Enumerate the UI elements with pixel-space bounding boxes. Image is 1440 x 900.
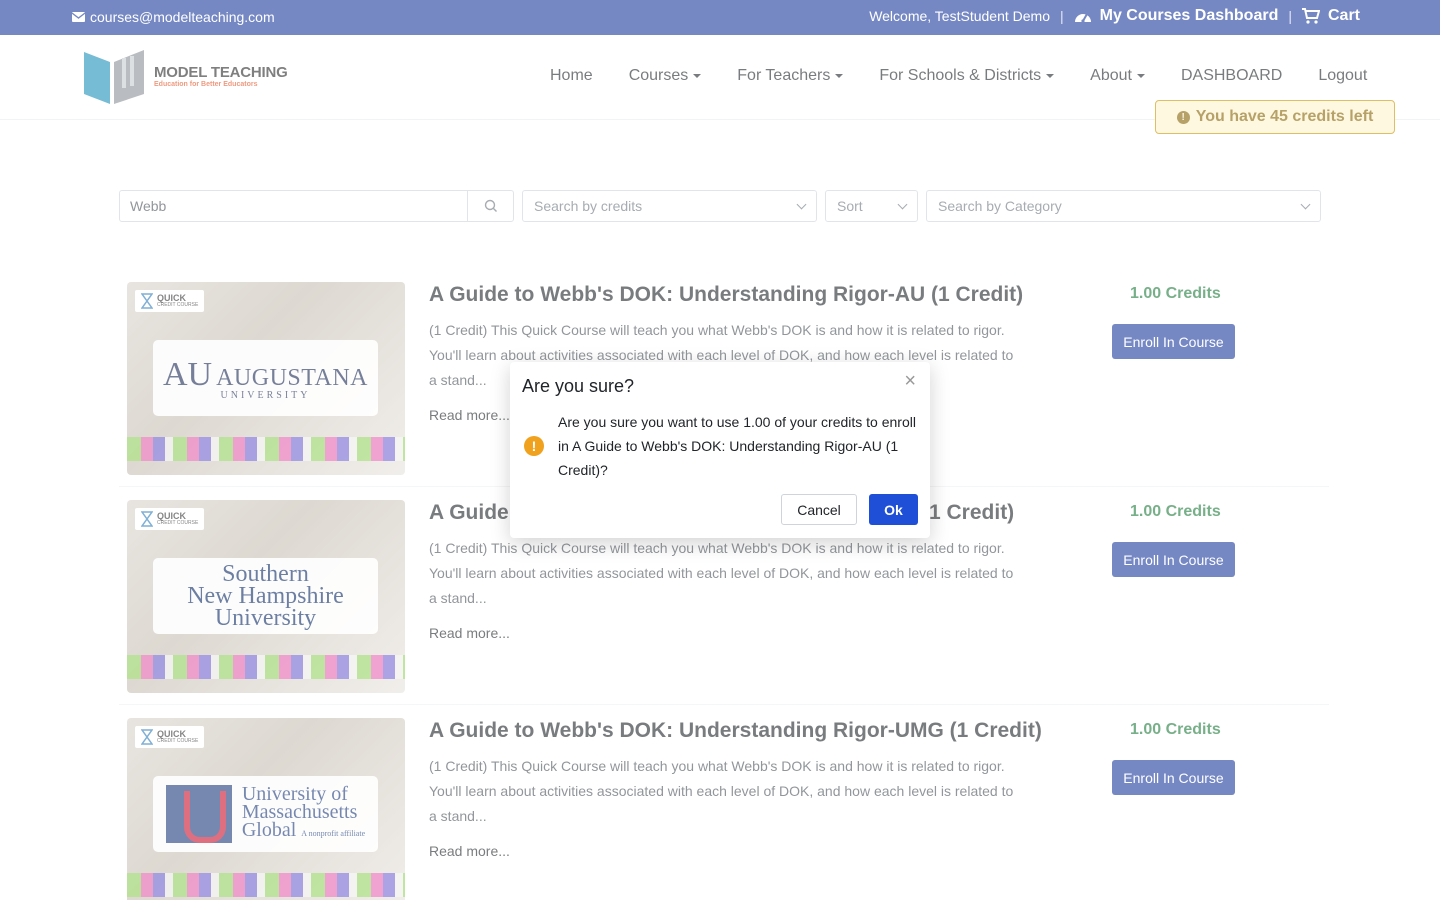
close-icon[interactable]: × bbox=[904, 370, 916, 393]
warning-icon: ! bbox=[524, 436, 544, 456]
dialog-title: Are you sure? bbox=[522, 376, 635, 396]
ok-button[interactable]: Ok bbox=[869, 494, 918, 525]
dialog-message: Are you sure you want to use 1.00 of you… bbox=[558, 414, 916, 478]
confirm-dialog: Are you sure? × ! Are you sure you want … bbox=[510, 362, 930, 538]
cancel-button[interactable]: Cancel bbox=[781, 494, 857, 525]
